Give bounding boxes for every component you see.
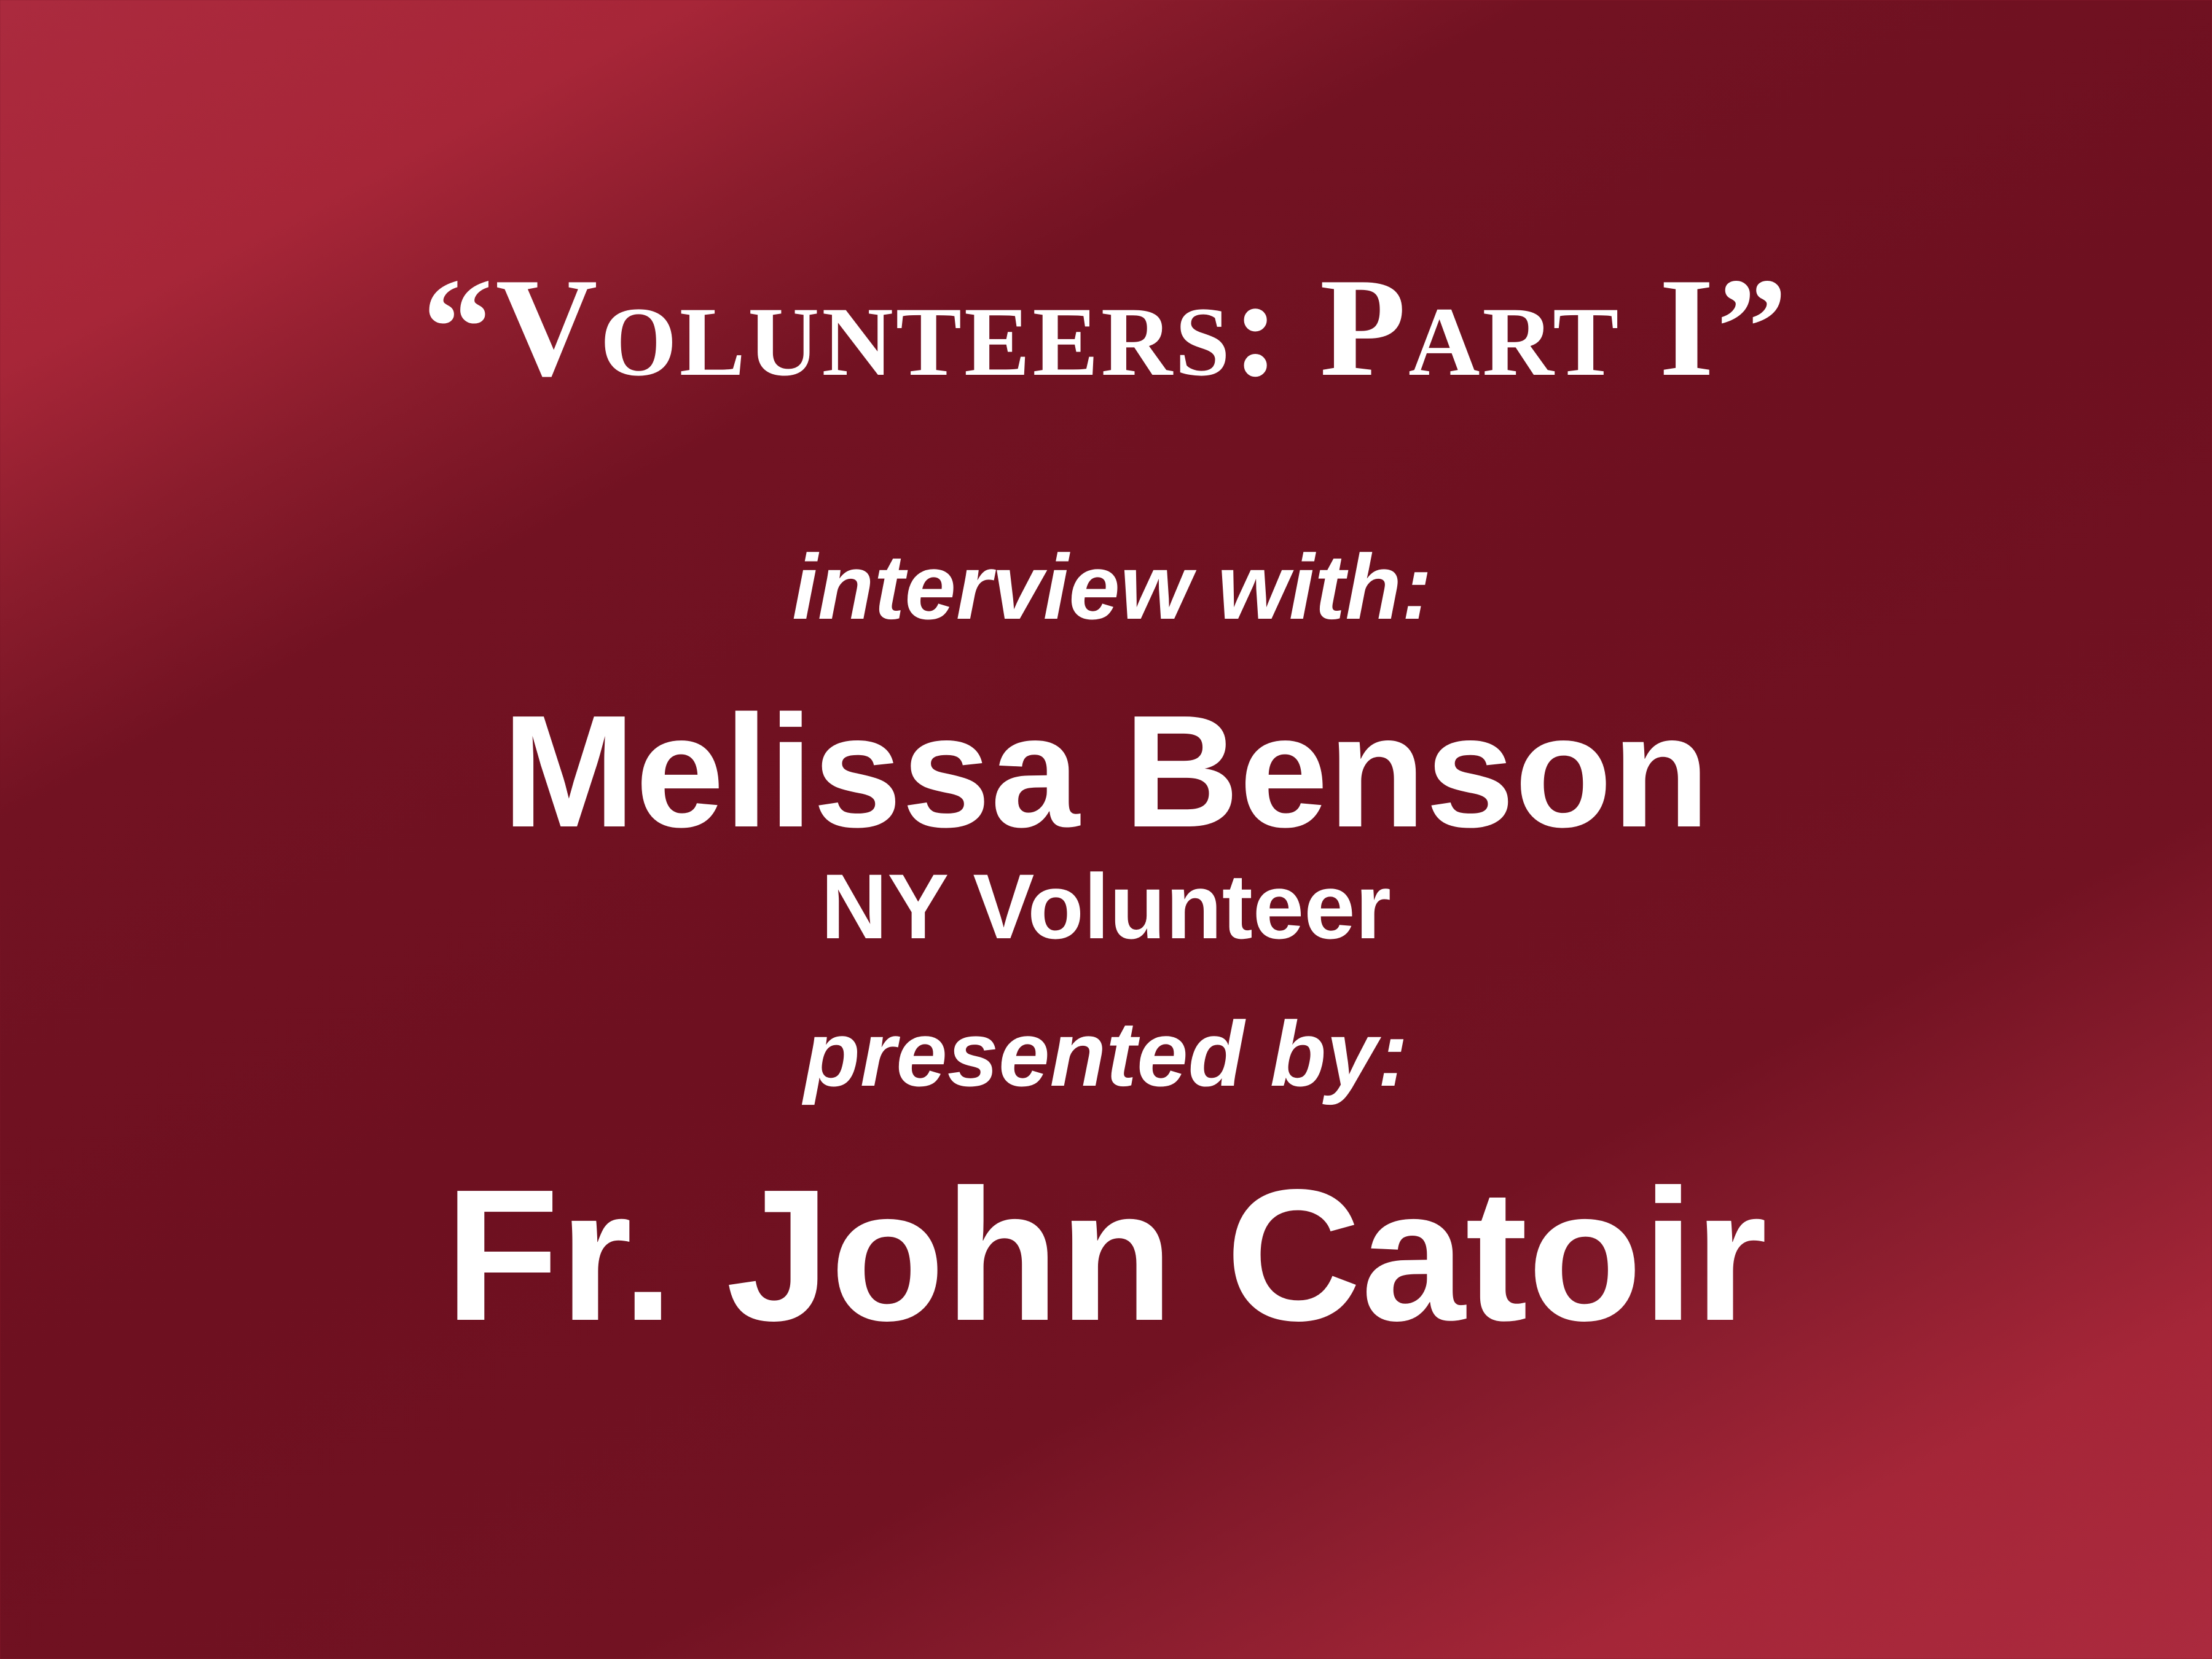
guest-role: NY Volunteer: [821, 855, 1391, 958]
presented-by-label: presented by:: [804, 1002, 1408, 1105]
slide-title: “Volunteers: Part I”: [422, 249, 1790, 406]
guest-name: Melissa Benson: [502, 683, 1710, 861]
presenter-name: Fr. John Catoir: [444, 1150, 1768, 1360]
title-slide: “Volunteers: Part I” interview with: Mel…: [0, 0, 2212, 1659]
interview-label: interview with:: [792, 535, 1432, 638]
